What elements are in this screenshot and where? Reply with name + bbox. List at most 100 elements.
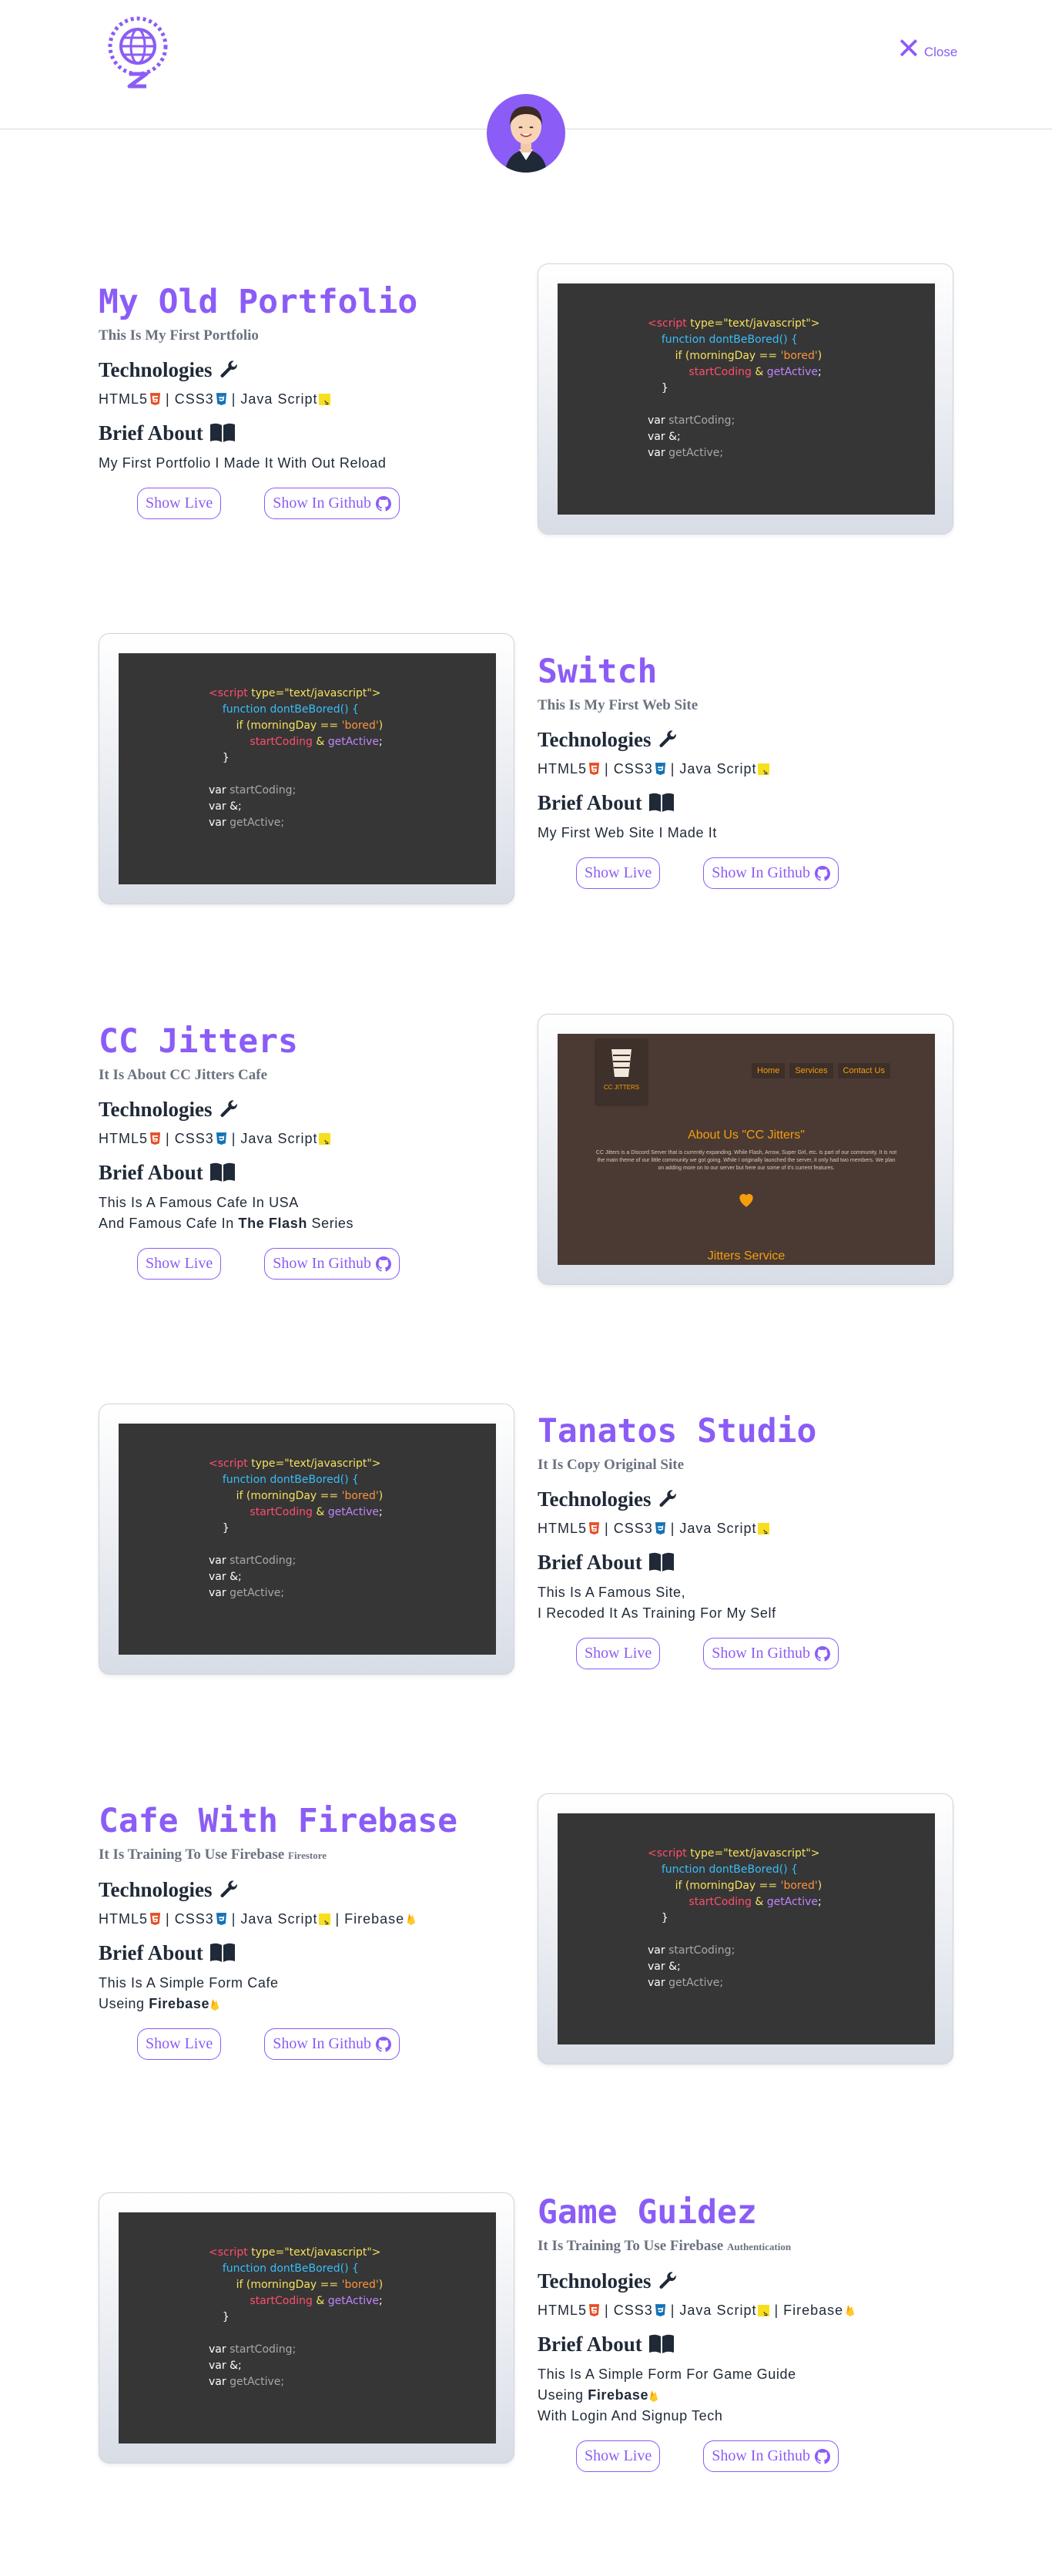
javascript-icon [758,1522,770,1535]
show-github-button[interactable]: Show In Github [703,2440,839,2472]
brief-about-heading: Brief About [99,421,530,445]
tech-css: CSS3 [174,1911,214,1927]
project-preview-screen[interactable]: <script type="text/javascript"> function… [558,283,935,515]
code-snippet: <script type="text/javascript"> function… [648,1847,823,1989]
project-info: Cafe With Firebase It Is Training To Use… [99,1801,530,2060]
show-live-button[interactable]: Show Live [576,857,661,889]
jitters-nav-item[interactable]: Contact Us [837,1063,890,1078]
show-live-button[interactable]: Show Live [576,2440,661,2472]
tech-html: HTML5 [538,1521,588,1536]
github-icon [376,495,392,512]
project-preview-screen[interactable]: <script type="text/javascript"> function… [119,2212,496,2444]
jitters-service-title: Jitters Service [707,1249,786,1263]
description-line: This Is A Famous Cafe In USA [99,1195,299,1210]
project-title: CC Jitters [99,1022,298,1061]
tech-separator: | [670,761,675,776]
description-line: Useing Firebase [99,1994,530,2014]
project-preview-frame: <script type="text/javascript"> function… [538,1793,953,2064]
tech-list: HTML5 | CSS3 | Java Script [538,760,969,778]
wrench-icon [220,1100,237,1117]
globe-z-logo-icon[interactable] [103,15,173,89]
tech-css: CSS3 [174,391,214,407]
code-snippet: <script type="text/javascript"> function… [209,2246,384,2388]
jitters-about-title: About Us "CC Jitters" [688,1129,805,1142]
open-book-icon [209,1162,235,1182]
avatar [487,94,565,173]
project-section: <script type="text/javascript"> function… [0,2192,1052,2472]
brief-about-heading: Brief About [538,790,969,815]
javascript-icon [319,1132,331,1145]
brief-about-heading: Brief About [99,1160,530,1185]
brief-about-heading: Brief About [538,1550,969,1575]
show-live-button[interactable]: Show Live [576,1638,661,1669]
show-live-button[interactable]: Show Live [137,2028,222,2060]
project-preview-frame: CC JITTERS Home Services Contact Us Abou… [538,1014,953,1285]
description-line: This Is A Simple Form For Game Guide [538,2366,796,2382]
project-description: This Is A Famous Site, I Recoded It As T… [538,1582,969,1624]
brief-about-label: Brief About [538,2333,642,2356]
jitters-preview-screen[interactable]: CC JITTERS Home Services Contact Us Abou… [558,1034,935,1265]
jitters-nav-item[interactable]: Services [789,1063,833,1078]
show-github-button[interactable]: Show In Github [703,857,839,889]
github-icon [376,2036,392,2052]
jitters-nav-item[interactable]: Home [752,1063,786,1078]
tech-css: CSS3 [613,761,653,776]
close-button[interactable]: ✕ Close [896,34,957,63]
open-book-icon [648,1552,674,1571]
tech-list: HTML5 | CSS3 | Java Script [99,390,530,408]
project-preview-screen[interactable]: <script type="text/javascript"> function… [119,1424,496,1655]
technologies-label: Technologies [99,1878,213,1901]
tech-list: HTML5 | CSS3 | Java Script [538,1519,969,1538]
project-actions: Show Live Show In Github [538,857,969,889]
project-info: Switch This Is My First Web Site Technol… [538,652,969,889]
project-preview-frame: <script type="text/javascript"> function… [99,1404,514,1675]
show-github-button[interactable]: Show In Github [264,1248,400,1280]
html5-icon [149,1132,161,1145]
github-icon [815,2448,831,2464]
show-github-label: Show In Github [712,1645,811,1662]
tech-separator: | [670,1521,675,1536]
tech-separator: | [231,391,236,407]
project-title: My Old Portfolio [99,283,418,321]
show-live-label: Show Live [146,495,213,512]
tech-separator: | [605,2303,609,2318]
tech-list: HTML5 | CSS3 | Java Script | Firebase [99,1910,530,1928]
technologies-label: Technologies [538,728,652,751]
project-info: CC Jitters It Is About CC Jitters Cafe T… [99,1021,530,1280]
project-preview-screen[interactable]: <script type="text/javascript"> function… [558,1813,935,2044]
project-preview-screen[interactable]: <script type="text/javascript"> function… [119,653,496,884]
description-line: I Recoded It As Training For My Self [538,1605,776,1621]
github-icon [815,865,831,881]
show-live-label: Show Live [585,1645,652,1662]
project-preview-frame: <script type="text/javascript"> function… [538,263,953,535]
project-actions: Show Live Show In Github [538,2440,969,2472]
javascript-icon [758,763,770,775]
tech-separator: | [605,761,609,776]
description-line: My First Portfolio I Made It With Out Re… [99,455,387,471]
tech-separator: | [166,1911,170,1927]
wrench-icon [659,1490,676,1507]
technologies-heading: Technologies [99,1877,530,1902]
tech-js: Java Script [240,391,318,407]
show-live-button[interactable]: Show Live [137,488,222,519]
tech-separator: | [166,391,170,407]
jitters-nav: Home Services Contact Us [752,1063,890,1078]
code-snippet: <script type="text/javascript"> function… [209,687,384,829]
site-header: ✕ Close [0,0,1052,173]
wrench-icon [659,730,676,747]
project-title: Game Guidez [538,2193,757,2232]
technologies-heading: Technologies [538,2269,969,2293]
brief-about-label: Brief About [538,791,642,814]
show-github-button[interactable]: Show In Github [264,488,400,519]
project-description: My First Web Site I Made It [538,823,969,844]
tech-separator: | [670,2303,675,2318]
tech-separator: | [605,1521,609,1536]
show-live-button[interactable]: Show Live [137,1248,222,1280]
html5-icon [149,1912,161,1925]
show-github-button[interactable]: Show In Github [264,2028,400,2060]
show-github-button[interactable]: Show In Github [703,1638,839,1669]
show-live-label: Show Live [585,2447,652,2464]
technologies-label: Technologies [99,358,213,381]
wrench-icon [220,361,237,377]
show-live-label: Show Live [146,2035,213,2052]
